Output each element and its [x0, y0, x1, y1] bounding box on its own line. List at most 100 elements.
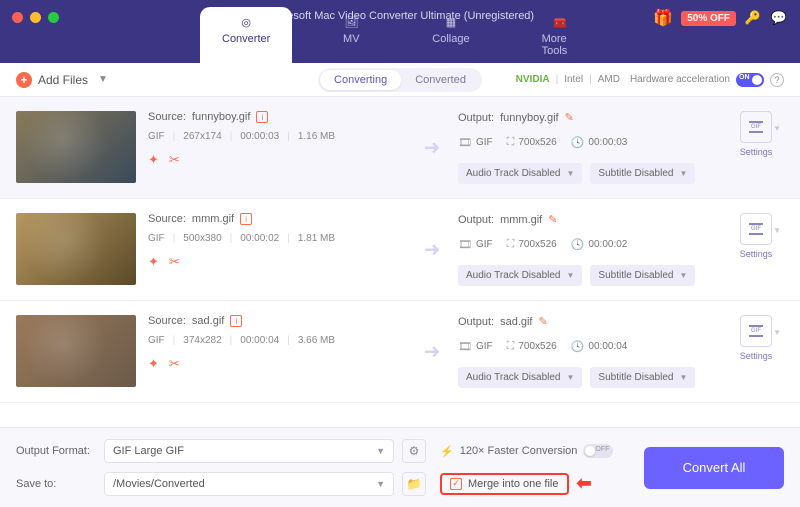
save-to-select[interactable]: /Movies/Converted ▼: [104, 472, 394, 496]
help-icon[interactable]: ?: [770, 73, 784, 87]
callout-arrow-icon: ⬅: [577, 473, 592, 494]
cut-icon[interactable]: ✂: [169, 254, 180, 270]
settings-column: GIF ▼ Settings: [728, 213, 784, 259]
filesize: 3.66 MB: [298, 335, 335, 346]
hw-amd: AMD: [598, 74, 620, 85]
faster-label: 120× Faster Conversion: [460, 445, 578, 457]
output-column: Output: mmm.gif ✎ 🎞GIF ⛶700x526 🕓00:00:0…: [458, 213, 716, 286]
maximize-window-button[interactable]: [48, 12, 59, 23]
source-filename: funnyboy.gif: [192, 111, 251, 123]
filesize: 1.81 MB: [298, 233, 335, 244]
chevron-down-icon[interactable]: ▼: [98, 74, 108, 85]
edit-icon[interactable]: ✦: [148, 152, 159, 168]
subtitle-select[interactable]: Subtitle Disabled▼: [590, 367, 695, 388]
hw-toggle[interactable]: ON: [736, 73, 764, 87]
output-label: Output:: [458, 112, 494, 124]
output-settings-button[interactable]: ⚙: [402, 439, 426, 463]
info-icon[interactable]: i: [256, 111, 268, 123]
output-profile-button[interactable]: GIF ▼: [740, 315, 772, 347]
toggle-on-label: ON: [739, 74, 750, 81]
plus-icon: +: [16, 72, 32, 88]
audio-track-select[interactable]: Audio Track Disabled▼: [458, 163, 582, 184]
rename-icon[interactable]: ✎: [539, 315, 548, 328]
settings-label[interactable]: Settings: [740, 249, 773, 259]
info-icon[interactable]: i: [240, 213, 252, 225]
output-column: Output: sad.gif ✎ 🎞GIF ⛶700x526 🕓00:00:0…: [458, 315, 716, 388]
out-format: GIF: [476, 239, 493, 250]
close-window-button[interactable]: [12, 12, 23, 23]
feedback-icon[interactable]: 💬: [770, 9, 788, 27]
tab-more-tools[interactable]: 🧰 More Tools: [520, 7, 600, 63]
out-duration: 00:00:03: [588, 137, 627, 148]
dimensions: 267x174: [183, 131, 221, 142]
list-item[interactable]: Source: funnyboy.gif i GIF| 267x174| 00:…: [0, 97, 800, 199]
output-filename: funnyboy.gif: [500, 112, 559, 124]
tab-collage[interactable]: ▦ Collage: [410, 7, 491, 63]
info-icon[interactable]: i: [230, 315, 242, 327]
toolbar: + Add Files ▼ Converting Converted NVIDI…: [0, 63, 800, 97]
source-filename: sad.gif: [192, 315, 224, 327]
resize-icon: ⛶: [507, 340, 515, 353]
open-folder-button[interactable]: 📁: [402, 472, 426, 496]
main-tabs: ◎ Converter 🖼 MV ▦ Collage 🧰 More Tools: [200, 7, 600, 63]
out-format: GIF: [476, 341, 493, 352]
add-files-label: Add Files: [38, 73, 88, 87]
chevron-down-icon: ▼: [773, 328, 781, 337]
checkbox-icon: ✓: [450, 478, 462, 490]
thumbnail[interactable]: [16, 213, 136, 285]
edit-icon[interactable]: ✦: [148, 254, 159, 270]
tab-mv[interactable]: 🖼 MV: [320, 7, 382, 63]
out-duration: 00:00:04: [588, 341, 627, 352]
cut-icon[interactable]: ✂: [169, 152, 180, 168]
minimize-window-button[interactable]: [30, 12, 41, 23]
output-format-select[interactable]: GIF Large GIF ▼: [104, 439, 394, 463]
segment-converting[interactable]: Converting: [320, 70, 401, 90]
chevron-down-icon: ▼: [679, 169, 687, 178]
toggle-knob: [585, 446, 595, 456]
add-files-button[interactable]: + Add Files ▼: [16, 72, 108, 88]
output-profile-button[interactable]: GIF ▼: [740, 213, 772, 245]
source-column: Source: funnyboy.gif i GIF| 267x174| 00:…: [148, 111, 406, 168]
rename-icon[interactable]: ✎: [565, 111, 574, 124]
segment-converted[interactable]: Converted: [401, 70, 480, 90]
out-dims: 700x526: [518, 341, 556, 352]
tab-converter[interactable]: ◎ Converter: [200, 7, 292, 63]
subtitle-select[interactable]: Subtitle Disabled▼: [590, 163, 695, 184]
output-filename: mmm.gif: [500, 214, 542, 226]
output-profile-button[interactable]: GIF ▼: [740, 111, 772, 143]
cut-icon[interactable]: ✂: [169, 356, 180, 372]
list-item[interactable]: Source: mmm.gif i GIF| 500x380| 00:00:02…: [0, 199, 800, 301]
settings-label[interactable]: Settings: [740, 147, 773, 157]
thumbnail[interactable]: [16, 111, 136, 183]
edit-icon[interactable]: ✦: [148, 356, 159, 372]
register-key-icon[interactable]: 🔑: [744, 9, 762, 27]
hardware-acceleration: NVIDIA | Intel | AMD Hardware accelerati…: [516, 73, 784, 87]
out-dims: 700x526: [518, 239, 556, 250]
duration: 00:00:02: [240, 233, 279, 244]
discount-badge[interactable]: 50% OFF: [681, 11, 736, 26]
gift-icon[interactable]: 🎁: [653, 8, 673, 28]
rename-icon[interactable]: ✎: [548, 213, 557, 226]
film-icon: 🎞: [458, 340, 472, 353]
audio-track-select[interactable]: Audio Track Disabled▼: [458, 367, 582, 388]
header-bar: Aiseesoft Mac Video Converter Ultimate (…: [0, 0, 800, 63]
thumbnail[interactable]: [16, 315, 136, 387]
source-column: Source: sad.gif i GIF| 374x282| 00:00:04…: [148, 315, 406, 372]
list-item[interactable]: Source: sad.gif i GIF| 374x282| 00:00:04…: [0, 301, 800, 403]
faster-conversion: ⚡ 120× Faster Conversion OFF: [440, 444, 636, 458]
clock-icon: 🕓: [571, 238, 585, 251]
film-icon: 🎞: [458, 238, 472, 251]
audio-track-select[interactable]: Audio Track Disabled▼: [458, 265, 582, 286]
footer: Output Format: GIF Large GIF ▼ ⚙ ⚡ 120× …: [0, 427, 800, 507]
faster-toggle[interactable]: OFF: [583, 444, 613, 458]
clock-icon: 🕓: [571, 340, 585, 353]
merge-checkbox[interactable]: ✓ Merge into one file: [440, 473, 569, 495]
chevron-down-icon: ▼: [679, 271, 687, 280]
toggle-off-label: OFF: [595, 446, 609, 453]
convert-all-button[interactable]: Convert All: [644, 447, 784, 489]
chevron-down-icon: ▼: [376, 479, 385, 489]
arrow-icon: ➜: [418, 135, 446, 160]
duration: 00:00:03: [240, 131, 279, 142]
settings-label[interactable]: Settings: [740, 351, 773, 361]
subtitle-select[interactable]: Subtitle Disabled▼: [590, 265, 695, 286]
